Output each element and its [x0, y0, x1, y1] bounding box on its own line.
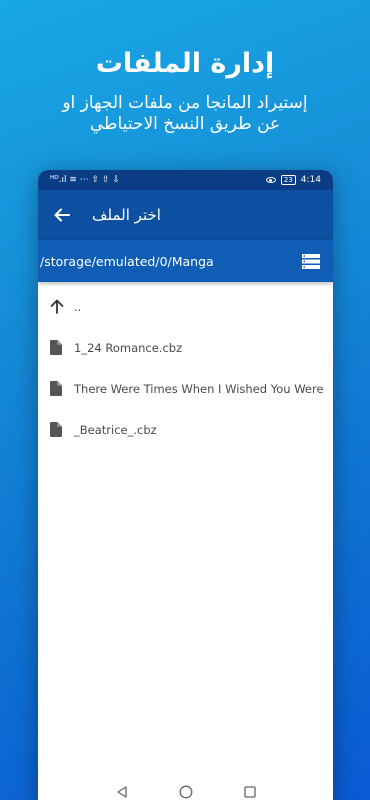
- arrow-up-icon: [50, 299, 64, 314]
- file-row[interactable]: 1_24 Romance.cbz: [38, 327, 333, 368]
- eye-comfort-icon: [265, 177, 276, 183]
- nav-back-button[interactable]: [115, 785, 129, 799]
- square-recents-icon: [243, 786, 256, 798]
- file-icon: [50, 340, 62, 355]
- circle-home-icon: [179, 785, 192, 799]
- storage-list-button[interactable]: [301, 251, 321, 271]
- nav-home-button[interactable]: [179, 785, 193, 799]
- parent-directory-row[interactable]: ..: [38, 286, 333, 327]
- promo-subtitle-line1: إستيراد المانجا من ملفات الجهاز او: [62, 93, 308, 113]
- file-name: There Were Times When I Wished You Were: [74, 381, 324, 396]
- status-bar: ᴴᴰ.ıl ≋ ⋯ ⇧ ⇧ ⇩ 23 4:14: [38, 170, 333, 190]
- file-name: 1_24 Romance.cbz: [74, 340, 183, 355]
- file-row[interactable]: There Were Times When I Wished You Were: [38, 368, 333, 409]
- path-bar: /storage/emulated/0/Manga: [38, 240, 333, 282]
- promo-subtitle-line2: عن طريق النسخ الاحتياطي: [89, 114, 281, 134]
- file-icon: [50, 381, 62, 396]
- triangle-back-icon: [116, 786, 127, 798]
- back-button[interactable]: [48, 201, 76, 229]
- storage-list-icon: [302, 253, 320, 269]
- current-path: /storage/emulated/0/Manga: [40, 253, 214, 269]
- promo-subtitle: إستيراد المانجا من ملفات الجهاز او عن طر…: [0, 93, 370, 135]
- file-icon: [50, 422, 62, 437]
- nav-recents-button[interactable]: [243, 785, 257, 799]
- arrow-back-icon: [54, 208, 70, 222]
- promo-title: إدارة الملفات: [95, 48, 275, 79]
- file-row[interactable]: _Beatrice_.cbz: [38, 409, 333, 450]
- system-nav-bar: [38, 782, 333, 800]
- status-time: 4:14: [300, 175, 321, 185]
- phone-frame: ᴴᴰ.ıl ≋ ⋯ ⇧ ⇧ ⇩ 23 4:14 اختر الملف /stor…: [38, 170, 333, 800]
- app-bar: اختر الملف: [38, 190, 333, 240]
- status-right: 23 4:14: [265, 175, 321, 185]
- file-list: .. 1_24 Romance.cbz There Were Times Whe…: [38, 282, 333, 450]
- file-name: ..: [74, 299, 82, 314]
- status-icons: ᴴᴰ.ıl ≋ ⋯ ⇧ ⇧ ⇩: [50, 175, 120, 185]
- file-name: _Beatrice_.cbz: [74, 422, 157, 437]
- battery-icon: 23: [280, 175, 296, 185]
- app-bar-title: اختر الملف: [92, 206, 161, 224]
